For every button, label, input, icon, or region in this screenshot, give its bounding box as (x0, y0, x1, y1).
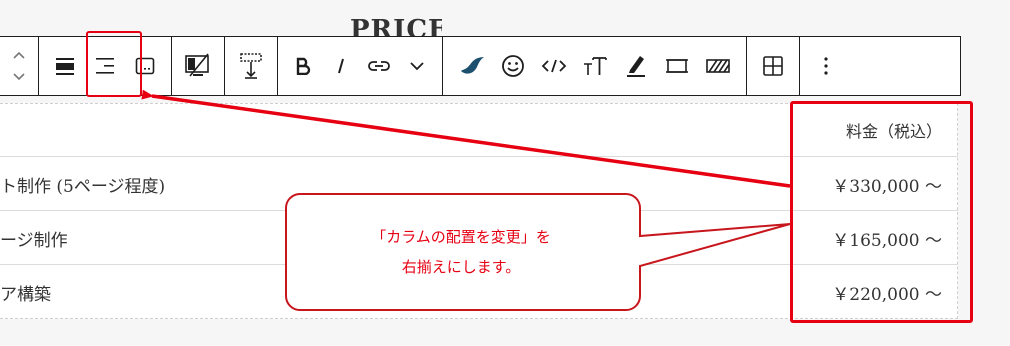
annotation-text: 「カラムの配置を変更」を 右揃えにします。 (296, 222, 626, 282)
highlighter-icon (626, 56, 645, 77)
price-table: 料金（税込） ト制作 (5ページ程度) ￥330,000 〜 ージ制作 ￥165… (0, 103, 958, 320)
italic-icon (338, 58, 344, 74)
annotation-line-1: 「カラムの配置を変更」を (371, 228, 551, 246)
frame-icon (665, 59, 688, 73)
italic-button[interactable] (322, 37, 360, 95)
table-button[interactable] (754, 37, 792, 95)
table-header-row: 料金（税込） (0, 104, 958, 157)
background-button[interactable] (697, 37, 738, 95)
align-full-button[interactable] (45, 37, 85, 95)
service-cell[interactable]: ージ制作 (0, 226, 68, 251)
options-button[interactable] (807, 37, 845, 95)
font-size-button[interactable] (574, 37, 615, 95)
no-image-button[interactable] (179, 37, 217, 95)
vertical-align-icon (240, 53, 262, 79)
price-column-header[interactable]: 料金（税込） (846, 118, 942, 142)
more-format-button[interactable] (398, 37, 436, 95)
price-cell[interactable]: ￥165,000 〜 (832, 226, 942, 251)
move-up-down-button[interactable] (0, 37, 38, 95)
table-row: ト制作 (5ページ程度) ￥330,000 〜 (0, 158, 958, 211)
code-button[interactable] (533, 37, 574, 95)
toolbar-group-table (747, 37, 800, 95)
vertical-align-button[interactable] (232, 37, 270, 95)
emoji-button[interactable] (492, 37, 533, 95)
toolbar-group-more (800, 37, 852, 95)
bold-button[interactable] (284, 37, 322, 95)
block-toolbar (0, 36, 961, 96)
toolbar-group-extra (443, 37, 747, 95)
align-right-icon (96, 58, 114, 74)
price-cell[interactable]: ￥330,000 〜 (832, 172, 942, 197)
annotation-line-2: 右揃えにします。 (401, 258, 521, 276)
brush-icon (460, 57, 484, 74)
highlighter-button[interactable] (615, 37, 656, 95)
frame-button[interactable] (656, 37, 697, 95)
link-button[interactable] (360, 37, 398, 95)
more-vertical-icon (824, 57, 828, 75)
toolbar-group-media (172, 37, 225, 95)
font-size-icon (583, 57, 607, 75)
caption-icon (135, 57, 155, 75)
chevron-down-icon (410, 62, 424, 71)
caption-button[interactable] (125, 37, 165, 95)
code-icon (541, 59, 566, 73)
align-full-icon (56, 58, 74, 75)
service-cell[interactable]: ア構築 (0, 280, 51, 305)
toolbar-group-move (0, 37, 39, 95)
table-icon (763, 56, 783, 76)
toolbar-group-align (39, 37, 172, 95)
bold-icon (296, 57, 311, 75)
smiley-icon (501, 55, 524, 77)
toolbar-group-format (278, 37, 443, 95)
service-cell[interactable]: ト制作 (5ページ程度) (0, 172, 165, 197)
striped-box-icon (705, 59, 730, 73)
align-right-button[interactable] (85, 37, 125, 95)
move-up-down-icon (12, 51, 25, 81)
toolbar-group-height (225, 37, 278, 95)
brush-button[interactable] (451, 37, 492, 95)
section-heading: PRICE (350, 15, 442, 36)
price-cell[interactable]: ￥220,000 〜 (832, 280, 942, 305)
link-icon (368, 61, 390, 71)
no-image-icon (185, 53, 209, 77)
